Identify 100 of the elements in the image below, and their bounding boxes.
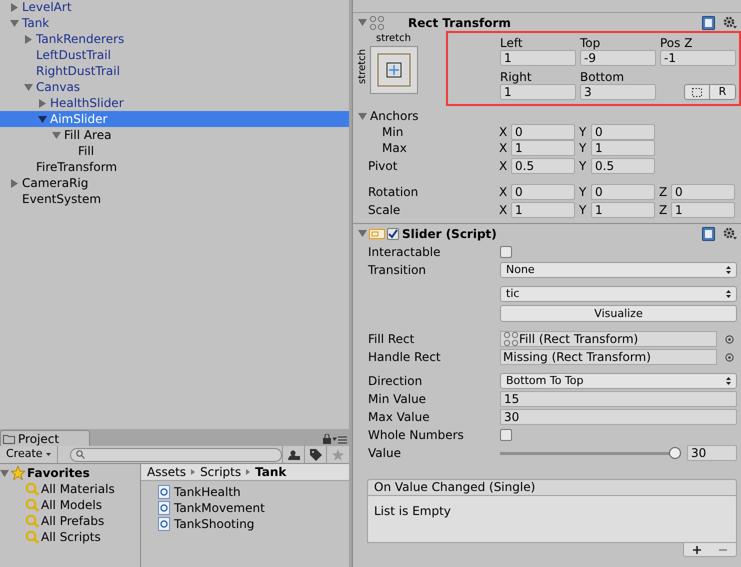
script-file[interactable]: TankShooting [158,516,349,532]
input-field[interactable]: 1 [500,50,576,66]
hierarchy-row[interactable]: FireTransform [0,159,349,175]
hierarchy-row[interactable]: Tank [0,15,349,31]
add-icon[interactable] [693,546,701,554]
project-tab[interactable]: Project [0,430,90,446]
axis-label: X [499,158,508,175]
help-book-icon[interactable] [702,226,715,240]
axis-label: Y [579,140,588,157]
disclosure-triangle-icon[interactable] [24,82,33,92]
create-button[interactable]: Create [0,446,58,463]
input-field[interactable]: -9 [580,50,656,66]
help-book-icon[interactable] [702,16,715,30]
favorites-item[interactable]: All Models [0,497,140,513]
disclosure-triangle-icon[interactable] [358,112,367,120]
input-field[interactable]: 1 [500,84,576,100]
property-label: Handle Rect [368,349,442,366]
input-field[interactable]: 0 [511,124,575,140]
hierarchy-row[interactable]: EventSystem [0,191,349,207]
favorites-item[interactable]: All Scripts [0,529,140,545]
hierarchy-item-label: Tank [22,15,50,31]
people-icon[interactable] [288,450,300,460]
axis-label: Y [579,158,588,175]
input-field[interactable]: 1 [511,140,575,156]
input-field[interactable]: 0.5 [511,158,575,174]
hierarchy-row[interactable]: RightDustTrail [0,63,349,79]
hierarchy-item-label: Fill [78,143,94,159]
visualize-button[interactable]: Visualize [500,305,737,322]
slider-thumb[interactable] [669,447,681,459]
script-file[interactable]: TankHealth [158,484,349,500]
object-field[interactable]: Missing (Rect Transform) [500,349,717,365]
input-field[interactable]: -1 [660,50,736,66]
hierarchy-item-label: LeftDustTrail [36,47,111,63]
search-field[interactable] [70,448,282,462]
disclosure-triangle-icon[interactable] [10,178,19,188]
input-field[interactable]: 1 [671,202,735,218]
property-label: Anchors [370,108,419,125]
component-title: Slider (Script) [402,226,497,242]
property-label: Whole Numbers [368,427,465,444]
input-field[interactable]: 1 [511,202,575,218]
checkbox[interactable] [500,246,512,258]
breadcrumb-item[interactable]: Scripts [200,463,242,481]
axis-label: X [499,140,508,157]
hierarchy-row[interactable]: CameraRig [0,175,349,191]
star-icon[interactable] [332,448,344,460]
hierarchy-row[interactable]: AimSlider [0,111,349,127]
input-field[interactable]: 3 [580,84,656,100]
disclosure-triangle-icon[interactable] [24,34,33,44]
axis-label: X [499,184,508,201]
settings-icon[interactable] [723,16,737,29]
favorites-item[interactable]: All Materials [0,481,140,497]
hierarchy-item-label: TankRenderers [36,31,124,47]
disclosure-triangle-icon[interactable] [52,130,61,140]
hierarchy-row[interactable]: HealthSlider [0,95,349,111]
anchor-preset-button[interactable] [370,46,418,94]
disclosure-triangle-icon[interactable] [10,2,19,12]
disclosure-triangle-icon[interactable] [38,98,47,108]
input-field[interactable]: 30 [687,445,737,461]
hierarchy-row[interactable]: Canvas [0,79,349,95]
disclosure-triangle-icon[interactable] [358,18,367,27]
lock-icon[interactable] [323,434,331,444]
checkbox[interactable] [500,429,512,441]
disclosure-triangle-icon[interactable] [358,229,367,238]
input-field[interactable]: 1 [591,140,655,156]
favorites-item[interactable]: All Prefabs [0,513,140,529]
search-icon [25,530,40,544]
tag-icon[interactable] [310,448,322,460]
disclosure-triangle-icon[interactable] [10,18,19,28]
script-file-icon [158,501,170,515]
hierarchy-item-label: RightDustTrail [36,63,120,79]
checkbox[interactable] [387,228,399,240]
settings-icon[interactable] [723,227,737,240]
breadcrumb-item[interactable]: Assets [147,463,186,481]
input-field[interactable]: 0 [591,184,655,200]
offset-label: Left [500,36,524,50]
input-field[interactable]: 0 [671,184,735,200]
menu-icon[interactable] [333,436,347,444]
hierarchy-row[interactable]: LevelArt [0,0,349,15]
input-field[interactable]: 30 [500,409,737,425]
disclosure-triangle-icon[interactable] [0,468,9,478]
script-file[interactable]: TankMovement [158,500,349,516]
breadcrumb-item[interactable]: Tank [255,463,286,481]
disclosure-triangle-icon[interactable] [38,114,47,124]
hierarchy-row[interactable]: Fill [0,143,349,159]
dropdown[interactable]: Bottom To Top [500,373,737,389]
input-field[interactable]: 0 [511,184,575,200]
hierarchy-item-label: CameraRig [22,175,88,191]
hierarchy-row[interactable]: LeftDustTrail [0,47,349,63]
input-field[interactable]: 0 [591,124,655,140]
input-field[interactable]: 1 [591,202,655,218]
offset-label: Right [500,70,532,84]
dropdown[interactable]: tic [500,286,737,302]
input-field[interactable]: 15 [500,391,737,407]
dropdown[interactable]: None [500,262,737,278]
rect-transform-icon [369,14,385,30]
hierarchy-row[interactable]: TankRenderers [0,31,349,47]
input-field[interactable]: 0.5 [591,158,655,174]
hierarchy-row[interactable]: Fill Area [0,127,349,143]
blueprint-mode-icon[interactable] [692,88,702,96]
object-field[interactable]: Fill (Rect Transform) [500,331,717,347]
